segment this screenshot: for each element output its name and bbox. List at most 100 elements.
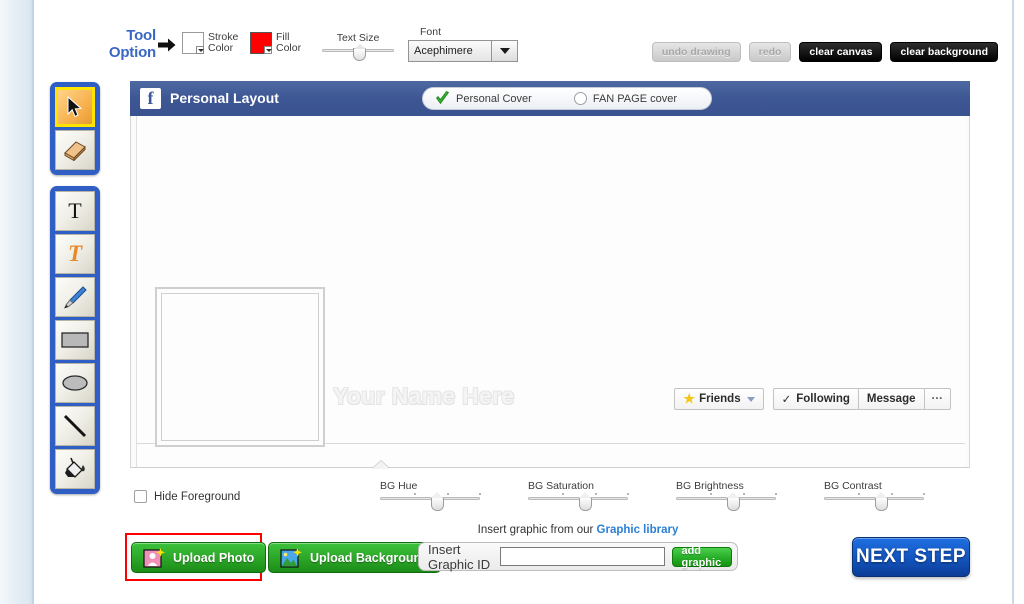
undo-drawing-button[interactable]: undo drawing	[651, 42, 741, 62]
profile-button-group: ✓ Following Message ···	[772, 388, 951, 410]
graphic-library-caption: Insert graphic from our Graphic library	[418, 524, 738, 536]
line-icon	[63, 414, 87, 438]
friends-button[interactable]: ★ Friends	[674, 388, 764, 410]
insert-graphic-id-input[interactable]	[500, 547, 666, 566]
graphic-library-link[interactable]: Graphic library	[597, 524, 679, 536]
profile-photo-placeholder[interactable]	[155, 287, 325, 447]
rectangle-icon	[61, 332, 89, 348]
font-control[interactable]: Font Acephimere	[408, 26, 518, 62]
bg-hue-track[interactable]	[380, 492, 481, 511]
upload-background-label: Upload Background	[310, 550, 429, 565]
cover-title: Personal Layout	[170, 90, 279, 106]
brush-tool[interactable]	[55, 277, 95, 317]
hide-foreground-control[interactable]: Hide Foreground	[134, 490, 240, 503]
clear-canvas-button[interactable]: clear canvas	[799, 42, 883, 62]
bg-brightness-track[interactable]	[676, 492, 777, 511]
upload-background-button[interactable]: Upload Background	[268, 542, 441, 573]
page-right-gutter	[1014, 0, 1024, 604]
tool-palette-shapes: T T	[50, 186, 100, 494]
toggle-personal-cover-label: Personal Cover	[456, 92, 532, 105]
font-select-caret[interactable]	[491, 41, 517, 61]
page-left-edge	[32, 0, 34, 604]
stroke-color-label: Stroke Color	[208, 31, 239, 54]
insert-graphic-id-label: Insert Graphic ID	[428, 541, 491, 572]
next-step-button[interactable]: NEXT STEP	[852, 537, 970, 577]
bg-saturation-track[interactable]	[528, 492, 629, 511]
eraser-icon	[64, 141, 86, 161]
facebook-icon: f	[140, 88, 161, 109]
radio-unchecked-icon	[573, 92, 587, 105]
stroke-color-swatch[interactable]	[182, 32, 204, 54]
text-t-icon: T	[68, 198, 82, 223]
upload-photo-button[interactable]: Upload Photo	[131, 542, 267, 573]
bg-brightness-slider[interactable]: BG Brightness	[676, 480, 777, 511]
cover-header-bar: f Personal Layout Personal Cover FAN PAG…	[130, 81, 970, 116]
chevron-down-icon	[499, 48, 510, 54]
fill-color-dropdown-icon[interactable]	[264, 46, 272, 54]
cover-type-toggle: Personal Cover FAN PAGE cover	[422, 87, 712, 110]
bg-saturation-label: BG Saturation	[528, 480, 594, 492]
redo-button[interactable]: redo	[748, 42, 792, 62]
tool-option-heading-line1: Tool	[126, 27, 156, 44]
text-tool[interactable]: T	[55, 191, 95, 231]
bg-contrast-label: BG Contrast	[824, 480, 882, 492]
toggle-personal-cover[interactable]: Personal Cover	[435, 91, 532, 106]
eraser-tool[interactable]	[55, 130, 95, 170]
paint-bucket-tool[interactable]	[55, 449, 95, 489]
cover-canvas-inner[interactable]: Your Name Here ★ Friends ✓ Following Mes…	[136, 116, 965, 467]
stroke-color-dropdown-icon[interactable]	[196, 46, 204, 54]
toggle-fanpage-cover[interactable]: FAN PAGE cover	[573, 92, 677, 105]
canvas-resize-handle[interactable]	[372, 461, 390, 469]
bg-hue-slider[interactable]: BG Hue	[380, 480, 481, 511]
bg-hue-label: BG Hue	[380, 480, 418, 492]
toggle-fanpage-cover-label: FAN PAGE cover	[592, 92, 677, 105]
canvas-action-buttons: undo drawing redo clear canvas clear bac…	[651, 42, 998, 62]
insert-graphic-section: Insert graphic from our Graphic library …	[418, 524, 738, 572]
text-size-thumb[interactable]	[353, 44, 366, 61]
check-icon	[435, 91, 450, 106]
add-graphic-button[interactable]: add graphic	[672, 545, 732, 569]
clear-background-button[interactable]: clear background	[890, 42, 998, 62]
text-size-slider[interactable]: Text Size	[322, 32, 394, 61]
bg-contrast-track[interactable]	[824, 492, 925, 511]
tool-option-heading-line2: Option	[108, 44, 156, 61]
ellipse-icon	[62, 375, 88, 391]
fancy-text-icon: T	[67, 241, 83, 266]
fill-color-swatch[interactable]	[250, 32, 272, 54]
graphic-caption-prefix: Insert graphic from our	[477, 524, 597, 536]
fill-color-control[interactable]: Fill Color	[250, 32, 301, 54]
fancy-text-tool[interactable]: T	[55, 234, 95, 274]
bg-brightness-thumb[interactable]	[727, 492, 740, 511]
tool-palette-primary	[50, 82, 100, 175]
bg-brightness-label: BG Brightness	[676, 480, 744, 492]
profile-action-buttons: ★ Friends ✓ Following Message ···	[674, 388, 951, 410]
tool-option-heading: Tool Option	[90, 27, 156, 61]
hide-foreground-label: Hide Foreground	[154, 490, 241, 503]
rectangle-tool[interactable]	[55, 320, 95, 360]
background-adjust-sliders: BG Hue BG Saturation BG Brightness BG Co…	[380, 480, 925, 511]
text-size-label: Text Size	[336, 32, 380, 44]
cover-canvas[interactable]: Your Name Here ★ Friends ✓ Following Mes…	[130, 116, 970, 468]
brush-icon	[64, 286, 87, 309]
app-root: Tool Option Stroke Color Fill Color Text…	[0, 0, 1024, 604]
hide-foreground-checkbox[interactable]	[134, 490, 147, 503]
star-icon: ★	[683, 391, 696, 406]
select-cursor-tool[interactable]	[55, 87, 95, 127]
line-tool[interactable]	[55, 406, 95, 446]
bg-hue-thumb[interactable]	[431, 492, 444, 511]
page-left-gutter	[0, 0, 33, 604]
profile-photo-placeholder-inner	[161, 293, 319, 441]
stroke-color-control[interactable]: Stroke Color	[182, 32, 238, 54]
following-button[interactable]: ✓ Following	[772, 388, 858, 410]
bg-contrast-thumb[interactable]	[875, 492, 888, 511]
bg-saturation-slider[interactable]: BG Saturation	[528, 480, 629, 511]
bg-contrast-slider[interactable]: BG Contrast	[824, 480, 925, 511]
ellipse-tool[interactable]	[55, 363, 95, 403]
text-size-track[interactable]	[322, 44, 394, 61]
message-button[interactable]: Message	[857, 388, 924, 410]
arrow-right-icon	[158, 38, 176, 52]
more-options-button[interactable]: ···	[923, 388, 951, 410]
font-select[interactable]: Acephimere	[408, 40, 518, 62]
insert-graphic-row: Insert Graphic ID add graphic	[418, 541, 738, 572]
bg-saturation-thumb[interactable]	[579, 492, 592, 511]
